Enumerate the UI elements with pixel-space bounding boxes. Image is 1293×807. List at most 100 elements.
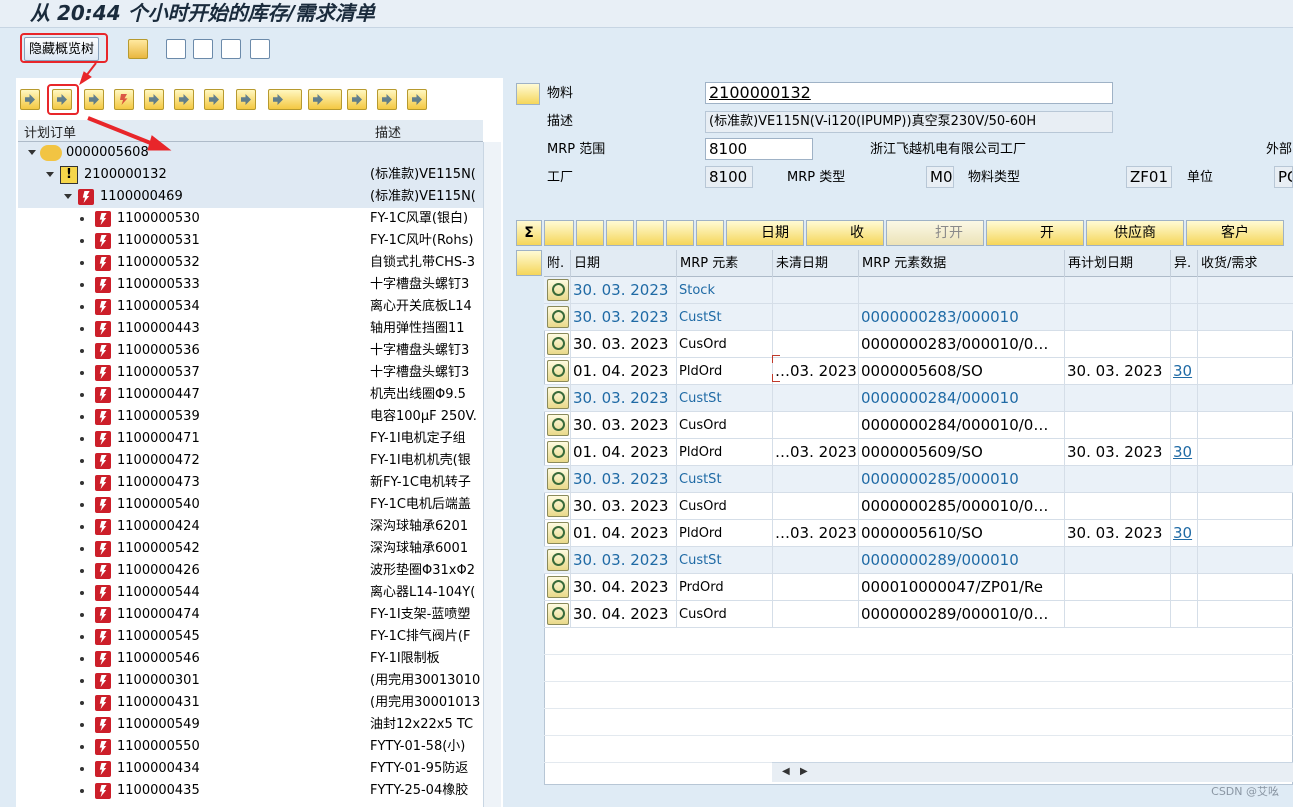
receipt-button[interactable]: 收 — [806, 220, 884, 246]
grid-cell-exc[interactable] — [1171, 493, 1198, 519]
tree-item-row[interactable]: 1100000533 十字槽盘头螺钉3 — [18, 274, 483, 296]
tree-item-row[interactable]: 1100000545 FY-1C排气阀片(F — [18, 626, 483, 648]
grid-row[interactable]: 30. 03. 2023 CusOrd 0000000284/000010/0… — [544, 412, 1293, 439]
col-attach[interactable]: 附. — [544, 250, 571, 277]
tree-root-row[interactable]: 0000005608 — [18, 142, 483, 164]
tree-tool-icon-5[interactable] — [144, 89, 164, 110]
tree-tool-icon-12[interactable] — [377, 89, 397, 110]
grid-cell-exc[interactable] — [1171, 331, 1198, 357]
detail-magnifier-icon[interactable] — [547, 306, 569, 328]
tree-item-row[interactable]: 1100000542 深沟球轴承6001 — [18, 538, 483, 560]
detail-magnifier-icon[interactable] — [547, 441, 569, 463]
expand-triangle-icon[interactable] — [64, 194, 72, 199]
tree-item-row[interactable]: 1100000536 十字槽盘头螺钉3 — [18, 340, 483, 362]
grid-cell-exc[interactable]: 30 — [1171, 520, 1198, 546]
refresh-icon[interactable] — [166, 39, 186, 59]
col-open-date[interactable]: 未清日期 — [773, 250, 859, 277]
expand-subtree-icon[interactable] — [606, 220, 634, 246]
grid-row[interactable]: 30. 03. 2023 CusOrd 0000000283/000010/0… — [544, 331, 1293, 358]
tree-item-row[interactable]: 1100000540 FY-1C电机后端盖 — [18, 494, 483, 516]
scroll-left-icon[interactable]: ◀ — [782, 766, 790, 777]
tree-item-row[interactable]: 1100000431 (用完用30001013 — [18, 692, 483, 714]
tree-item-row[interactable]: 1100000443 轴用弹性挡圈11 — [18, 318, 483, 340]
tree-item-row[interactable]: 1100000426 波形垫圈Φ31xΦ2 — [18, 560, 483, 582]
filter-icon[interactable] — [193, 39, 213, 59]
detail-magnifier-icon[interactable] — [547, 360, 569, 382]
people-icon[interactable] — [128, 39, 148, 59]
tree-item-row[interactable]: 1100000550 FYTY-01-58(小) — [18, 736, 483, 758]
expand-icon[interactable] — [204, 89, 224, 110]
planned-order-icon[interactable] — [114, 89, 134, 110]
grid-row[interactable]: 30. 04. 2023 CusOrd 0000000289/000010/0… — [544, 601, 1293, 628]
sum-icon[interactable]: Σ — [516, 220, 542, 246]
grid-row[interactable]: 30. 03. 2023 CustSt 0000000289/000010 — [544, 547, 1293, 574]
hide-overview-tree-button[interactable]: 隐藏概览树 — [24, 37, 100, 61]
grid-row[interactable]: 30. 03. 2023 CustSt 0000000285/000010 — [544, 466, 1293, 493]
grid-cell-exc[interactable]: 30 — [1171, 439, 1198, 465]
tree-item-row[interactable]: 1100000549 油封12x22x5 TC — [18, 714, 483, 736]
col-replan-date[interactable]: 再计划日期 — [1065, 250, 1171, 277]
print-icon[interactable] — [268, 89, 302, 110]
detail-magnifier-icon[interactable] — [547, 333, 569, 355]
grid-cell-exc[interactable] — [1171, 547, 1198, 573]
grid-cell-exc[interactable]: 30 — [1171, 358, 1198, 384]
tree-item-row[interactable]: 1100000447 机壳出线圈Φ9.5 — [18, 384, 483, 406]
grid-row[interactable]: 01. 04. 2023 PldOrd …03. 2023 0000005608/SO… — [544, 358, 1293, 385]
grid-cell-exc[interactable] — [1171, 466, 1198, 492]
tree-level1-row[interactable]: ! 2100000132 (标准款)VE115N( — [18, 164, 483, 186]
grid-cell-exc[interactable] — [1171, 412, 1198, 438]
grid-settings-icon[interactable] — [516, 250, 542, 276]
detail-magnifier-icon[interactable] — [547, 603, 569, 625]
detail-magnifier-icon[interactable] — [547, 549, 569, 571]
collapse-icon[interactable] — [666, 220, 694, 246]
grid-row[interactable]: 30. 03. 2023 CustSt 0000000284/000010 — [544, 385, 1293, 412]
export-icon[interactable] — [250, 39, 270, 59]
detail-magnifier-icon[interactable] — [547, 576, 569, 598]
detail-magnifier-icon[interactable] — [547, 468, 569, 490]
tree-item-row[interactable]: 1100000301 (用完用30013010 — [18, 670, 483, 692]
grid-cell-exc[interactable] — [1171, 304, 1198, 330]
tree-item-row[interactable]: 1100000532 自锁式扎带CHS-3 — [18, 252, 483, 274]
tree-refresh-icon[interactable] — [84, 89, 104, 110]
tree-level2-row[interactable]: 1100000469 (标准款)VE115N( — [18, 186, 483, 208]
grid-row[interactable]: 01. 04. 2023 PldOrd …03. 2023 0000005610/SO… — [544, 520, 1293, 547]
grid-cell-exc[interactable] — [1171, 277, 1198, 303]
tree-item-row[interactable]: 1100000474 FY-1I支架-蓝喷塑 — [18, 604, 483, 626]
expand-triangle-icon[interactable] — [28, 150, 36, 155]
tree-tool-icon-1[interactable] — [20, 89, 40, 110]
open2-button[interactable]: 开 — [986, 220, 1084, 246]
tree-item-row[interactable]: 1100000473 新FY-1C电机转子 — [18, 472, 483, 494]
find-icon[interactable] — [236, 89, 256, 110]
detail-magnifier-icon[interactable] — [547, 387, 569, 409]
grid-cell-exc[interactable] — [1171, 601, 1198, 627]
col-exception[interactable]: 异. — [1171, 250, 1198, 277]
info-icon[interactable] — [347, 89, 367, 110]
collapse-icon[interactable] — [174, 89, 194, 110]
col-receipt-requirement[interactable]: 收货/需求 — [1198, 250, 1293, 277]
material-icon[interactable] — [516, 83, 540, 105]
layout-icon[interactable] — [308, 89, 342, 110]
pane-splitter[interactable] — [503, 78, 513, 807]
tree-item-row[interactable]: 1100000546 FY-1I限制板 — [18, 648, 483, 670]
expand-icon[interactable] — [696, 220, 724, 246]
collapse-subtree-icon[interactable] — [636, 220, 664, 246]
expand-subtree-icon[interactable] — [52, 89, 72, 110]
grid-horizontal-scrollbar[interactable] — [772, 762, 1293, 782]
tree-item-row[interactable]: 1100000537 十字槽盘头螺钉3 — [18, 362, 483, 384]
date-button[interactable]: 日期 — [726, 220, 804, 246]
detail-magnifier-icon[interactable] — [547, 279, 569, 301]
tree-item-row[interactable]: 1100000434 FYTY-01-95防返 — [18, 758, 483, 780]
tree-item-row[interactable]: 1100000471 FY-1I电机定子组 — [18, 428, 483, 450]
col-mrp-data[interactable]: MRP 元素数据 — [859, 250, 1065, 277]
grid-cell-exc[interactable] — [1171, 385, 1198, 411]
grid-row[interactable]: 30. 03. 2023 CusOrd 0000000285/000010/0… — [544, 493, 1293, 520]
glasses-icon[interactable] — [544, 220, 574, 246]
col-date[interactable]: 日期 — [571, 250, 677, 277]
tree-vertical-scrollbar[interactable] — [483, 142, 501, 807]
grid-cell-exc[interactable] — [1171, 574, 1198, 600]
detail-magnifier-icon[interactable] — [547, 495, 569, 517]
detail-magnifier-icon[interactable] — [547, 522, 569, 544]
settings-icon[interactable] — [221, 39, 241, 59]
tree-item-row[interactable]: 1100000530 FY-1C风罩(银白) — [18, 208, 483, 230]
tree-item-row[interactable]: 1100000435 FYTY-25-04橡胶 — [18, 780, 483, 802]
